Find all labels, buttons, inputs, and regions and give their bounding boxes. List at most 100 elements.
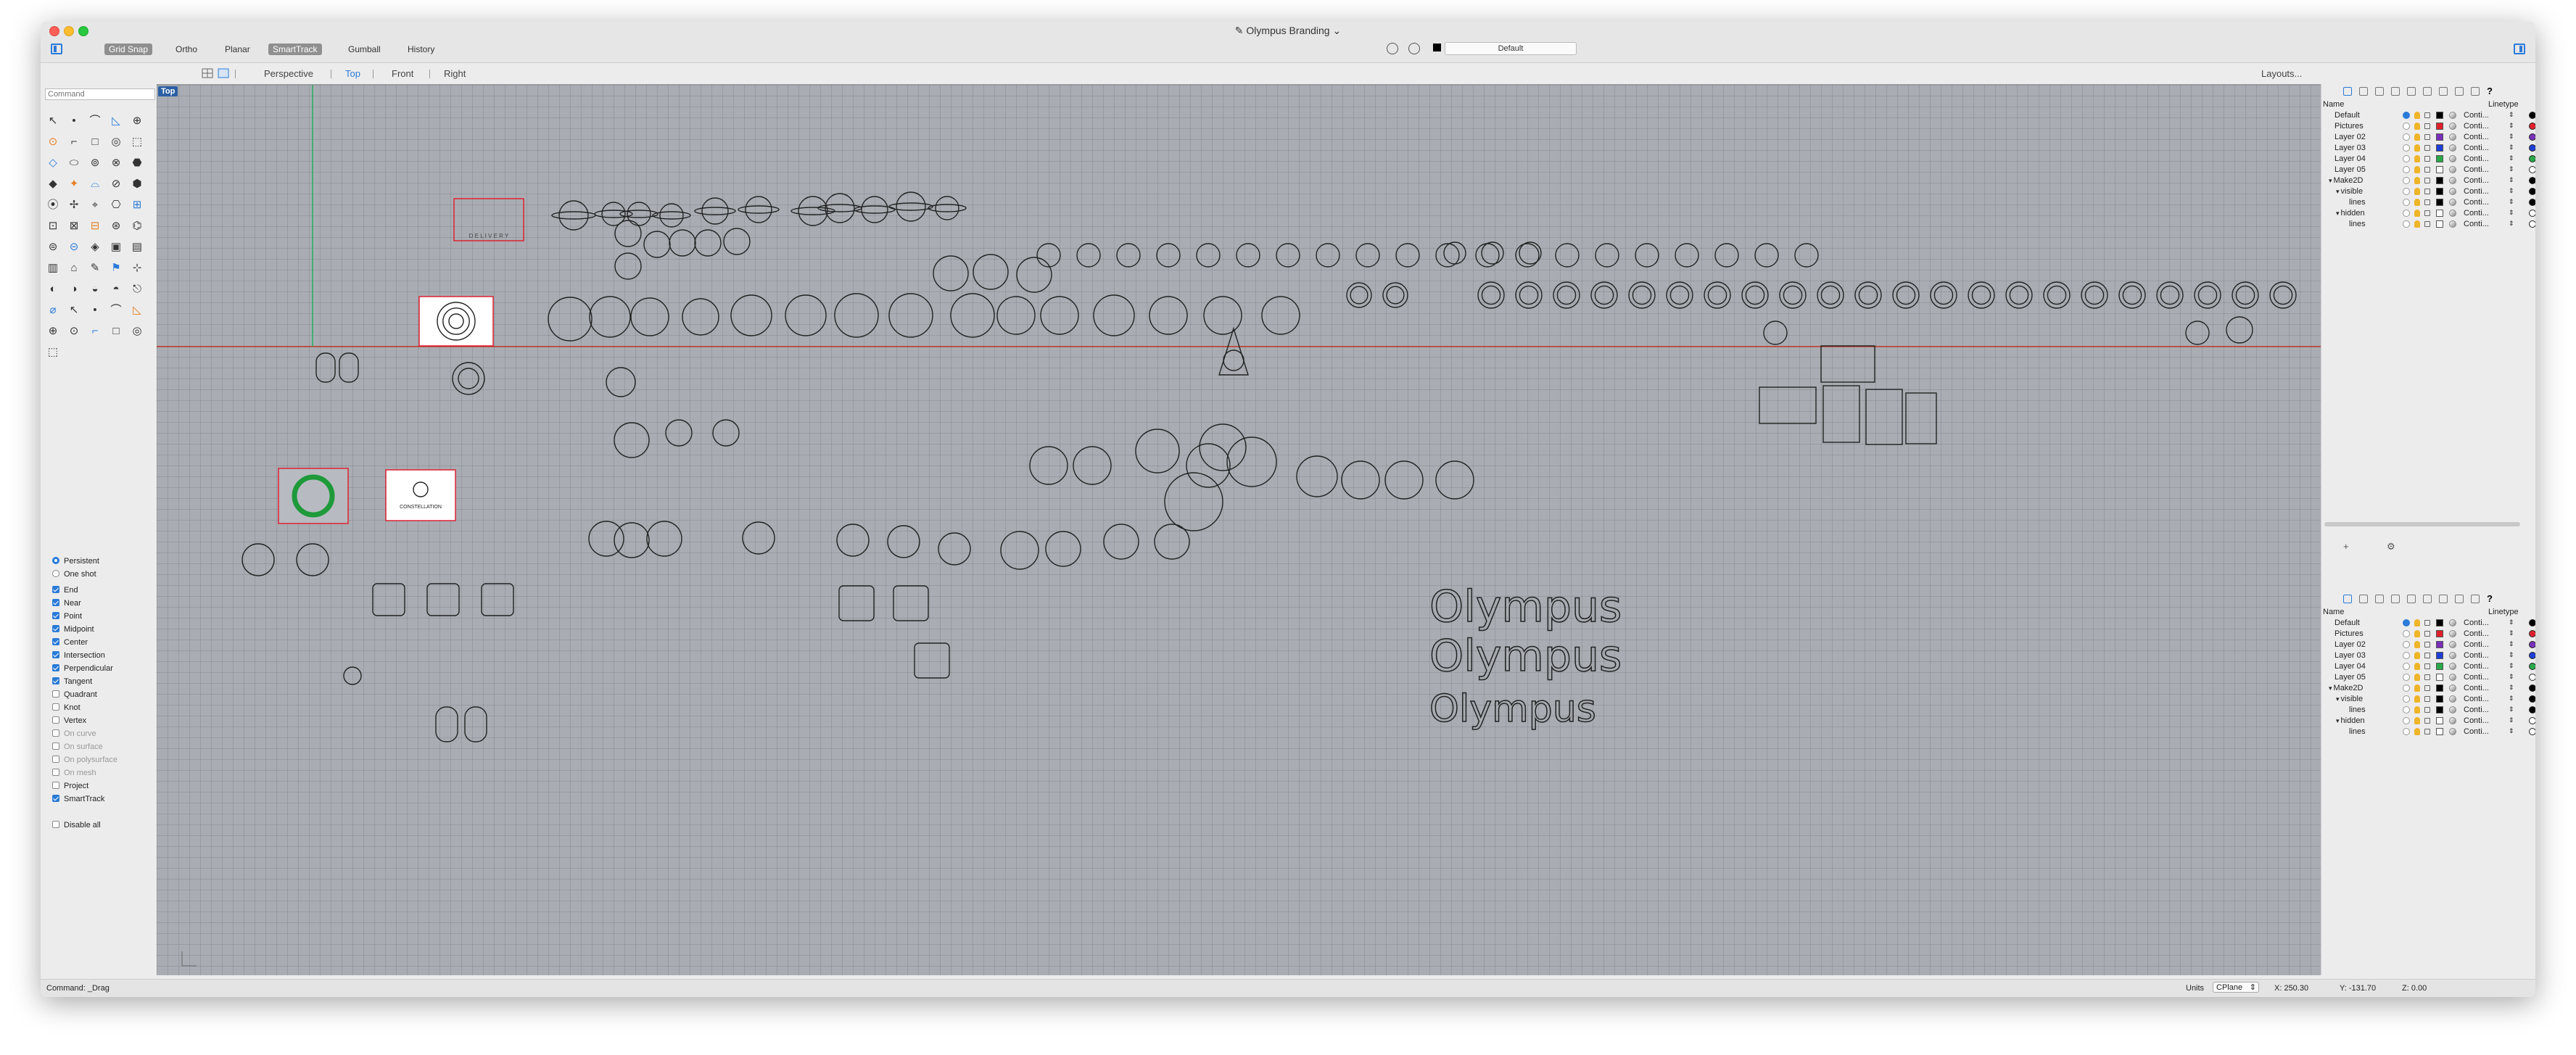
lock-icon[interactable] — [2424, 221, 2430, 227]
orbit-tool-icon[interactable]: ⊚ — [88, 157, 102, 170]
capsule-tool-icon[interactable]: ⬭ — [67, 157, 80, 170]
layers-icon[interactable] — [2343, 595, 2352, 603]
curve-circle[interactable] — [2047, 285, 2067, 305]
square-minus-tool-icon[interactable]: ⊟ — [88, 220, 102, 233]
sphere-circle[interactable] — [723, 228, 751, 255]
lightbulb-icon[interactable] — [2414, 728, 2420, 735]
ellipse-tool-icon[interactable]: ⊙ — [46, 136, 59, 149]
planet-ring[interactable] — [694, 207, 736, 215]
curve-circle[interactable] — [1556, 285, 1577, 305]
planar-toggle[interactable]: Planar — [220, 44, 255, 55]
chevron-updown-icon[interactable]: ⇕ — [2509, 629, 2514, 637]
material-icon[interactable] — [2449, 706, 2456, 713]
material-icon[interactable] — [2449, 674, 2456, 681]
material-icon[interactable] — [2449, 663, 2456, 670]
curve-circle[interactable] — [2009, 285, 2029, 305]
tab-front[interactable]: Front — [392, 68, 413, 79]
curve-circle[interactable] — [1763, 320, 1788, 345]
chevron-updown-icon[interactable]: ⇕ — [2509, 198, 2514, 206]
plot-color-icon[interactable] — [2529, 112, 2535, 119]
symbol-circle[interactable] — [1435, 243, 1460, 268]
white-logo-frame[interactable] — [385, 469, 456, 521]
expander-icon[interactable]: ▾ — [2336, 210, 2340, 217]
medallion-circle[interactable] — [785, 294, 827, 336]
material-icon[interactable] — [2449, 112, 2456, 119]
rect-shape[interactable] — [1905, 392, 1937, 444]
chevron-updown-icon[interactable]: ⇕ — [2509, 684, 2514, 692]
chevron-updown-icon[interactable]: ⇕ — [2509, 651, 2514, 659]
chevron-updown-icon[interactable]: ⇕ — [2509, 144, 2514, 152]
layer-linetype[interactable]: Conti... — [2464, 165, 2489, 174]
curve-circle[interactable] — [2273, 285, 2293, 305]
frame-tool-icon[interactable]: ⬚ — [131, 136, 144, 149]
lock-icon[interactable] — [2424, 189, 2430, 194]
gumball-toggle[interactable]: Gumball — [344, 44, 385, 55]
chevron-updown-icon[interactable]: ⇕ — [2509, 706, 2514, 713]
plus-tool-icon[interactable]: ⊹ — [131, 262, 144, 275]
triangle-circle[interactable] — [1223, 349, 1244, 371]
half-top-tool-icon[interactable]: ◒ — [88, 283, 102, 296]
asterisk-circle-tool-icon[interactable]: ⊛ — [110, 220, 123, 233]
osnap-item-point[interactable]: Point — [52, 612, 82, 622]
curve-circle[interactable] — [1386, 286, 1405, 305]
rounded-square[interactable] — [914, 642, 950, 679]
curve-circle[interactable] — [558, 200, 589, 231]
curve-circle[interactable] — [825, 193, 855, 223]
current-layer-radio[interactable] — [2403, 166, 2410, 173]
curve-circle[interactable] — [614, 422, 650, 458]
layer-linetype[interactable]: Conti... — [2464, 695, 2489, 703]
layer-color-swatch[interactable] — [2436, 133, 2443, 141]
pencil-tool-icon[interactable]: ✎ — [88, 262, 102, 275]
curve-circle[interactable] — [887, 525, 920, 558]
lock-icon[interactable] — [2424, 199, 2430, 205]
tab-perspective[interactable]: Perspective — [264, 68, 313, 79]
layer-color-swatch[interactable] — [2436, 188, 2443, 195]
layer-color-swatch[interactable] — [2436, 220, 2443, 228]
curve-circle[interactable] — [933, 255, 969, 291]
symbol-circle[interactable] — [1714, 243, 1739, 268]
layer-row[interactable]: ▾ Make2D Conti... ⇕ — [2321, 683, 2535, 695]
expander-icon[interactable]: ▾ — [2336, 717, 2340, 724]
osnap-item-near[interactable]: Near — [52, 599, 81, 609]
layer-row[interactable]: Layer 05 Conti... ⇕ — [2321, 165, 2535, 176]
curve-circle[interactable] — [1045, 531, 1081, 567]
symbol-circle[interactable] — [1754, 243, 1779, 268]
curve-circle[interactable] — [798, 196, 828, 226]
osnap-item-quadrant[interactable]: Quadrant — [52, 690, 97, 700]
layer-color-swatch[interactable] — [2436, 199, 2443, 206]
curve-circle[interactable] — [896, 191, 926, 222]
bench-tool-icon[interactable]: ⎔ — [110, 199, 123, 212]
osnap-item-knot[interactable]: Knot — [52, 703, 80, 713]
curve-circle[interactable] — [2122, 285, 2142, 305]
curve-circle[interactable] — [2160, 285, 2180, 305]
current-layer-radio[interactable] — [2403, 619, 2410, 626]
expander-icon[interactable]: ▾ — [2329, 684, 2332, 692]
delivery-caption[interactable]: D E L I V E R Y — [469, 233, 509, 239]
symbol-circle[interactable] — [1116, 243, 1141, 268]
layer-linetype[interactable]: Conti... — [2464, 187, 2489, 196]
lightbulb-icon[interactable] — [2414, 177, 2420, 184]
ring-tool-icon[interactable]: ◎ — [110, 136, 123, 149]
current-layer-radio[interactable] — [2403, 112, 2410, 119]
lightbulb-icon[interactable] — [2414, 144, 2420, 152]
linetype-column-header[interactable]: Linetype — [2488, 608, 2519, 616]
single-view-icon[interactable] — [218, 68, 229, 78]
lock-icon[interactable] — [2424, 642, 2430, 648]
curve-circle[interactable] — [1669, 285, 1690, 305]
osnap-item-tangent[interactable]: Tangent — [52, 677, 92, 687]
osnap-item-smarttrack[interactable]: SmartTrack — [52, 795, 104, 805]
lock-icon[interactable] — [2424, 718, 2430, 724]
cplane-axis-marker[interactable] — [181, 951, 197, 967]
curve-circle[interactable] — [665, 419, 693, 447]
layer-color-swatch[interactable] — [2436, 674, 2443, 681]
osnap-item-end[interactable]: End — [52, 586, 78, 596]
rect-shape[interactable] — [1820, 345, 1875, 383]
layer-row[interactable]: Pictures Conti... ⇕ — [2321, 629, 2535, 640]
chevron-updown-icon[interactable]: ⇕ — [2509, 662, 2514, 670]
sphere-circle[interactable] — [614, 252, 642, 280]
curve-circle[interactable] — [1350, 286, 1368, 305]
polyline-tool-icon[interactable]: ◺ — [131, 304, 144, 317]
medallion-circle[interactable] — [1040, 296, 1079, 335]
viewport-drawing[interactable]: CONSTELLATIOND E L I V E R YOlympusOlymp… — [157, 85, 2321, 975]
smarttrack-toggle[interactable]: SmartTrack — [268, 44, 322, 55]
